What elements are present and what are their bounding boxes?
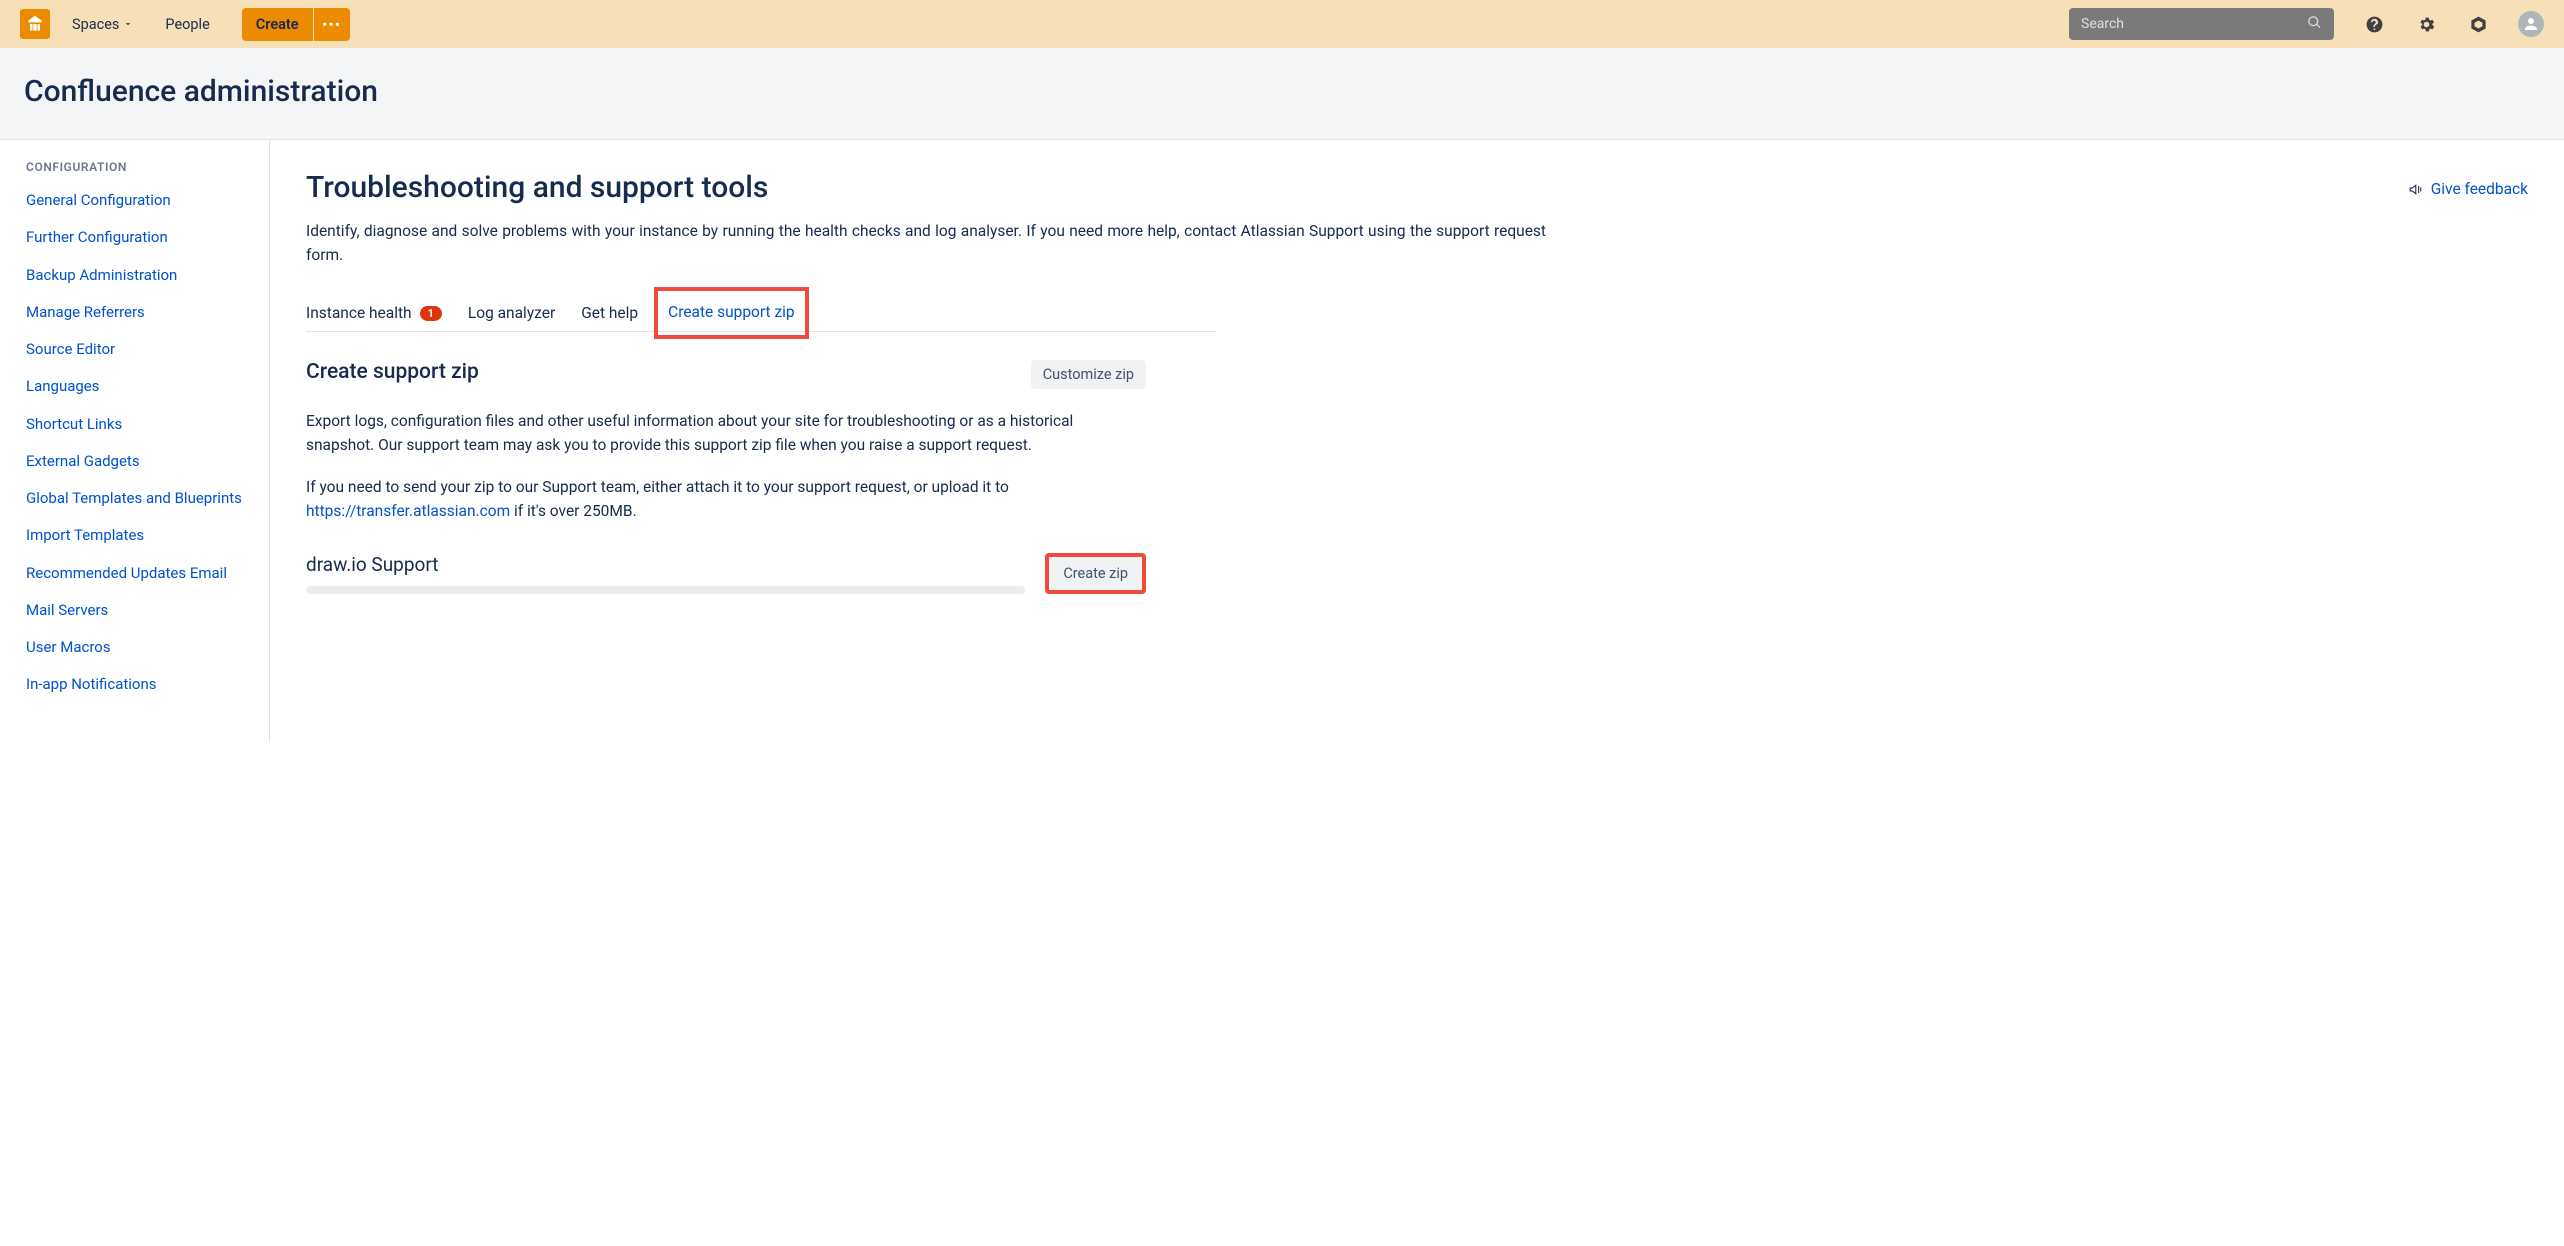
- page-header: Confluence administration: [0, 48, 2564, 140]
- sidebar-item-manage-referrers[interactable]: Manage Referrers: [26, 302, 249, 322]
- tab-badge: 1: [420, 306, 442, 321]
- sidebar-item-source-editor[interactable]: Source Editor: [26, 339, 249, 359]
- tab-create-support-zip-label: Create support zip: [668, 303, 794, 321]
- search-input[interactable]: [2081, 16, 2297, 32]
- sidebar-section-title: CONFIGURATION: [26, 160, 249, 174]
- sidebar-item-further-configuration[interactable]: Further Configuration: [26, 227, 249, 247]
- create-button[interactable]: Create: [242, 8, 313, 41]
- top-nav: Spaces People Create •••: [0, 0, 2564, 48]
- tabs: Instance health 1 Log analyzer Get help …: [306, 295, 1216, 332]
- sidebar-item-backup-administration[interactable]: Backup Administration: [26, 265, 249, 285]
- megaphone-icon: [2408, 181, 2425, 198]
- help-icon[interactable]: [2362, 12, 2386, 36]
- notifications-icon[interactable]: [2466, 12, 2490, 36]
- create-more-button[interactable]: •••: [314, 8, 350, 41]
- main-title: Troubleshooting and support tools: [306, 170, 1546, 205]
- sidebar-item-user-macros[interactable]: User Macros: [26, 637, 249, 657]
- app-support-row: draw.io Support Create zip: [306, 553, 1146, 594]
- tab-instance-health-label: Instance health: [306, 304, 412, 322]
- transfer-link[interactable]: https://transfer.atlassian.com: [306, 502, 510, 520]
- chevron-down-icon: [123, 19, 133, 29]
- tab-log-analyzer-label: Log analyzer: [468, 304, 555, 322]
- sidebar-item-general-configuration[interactable]: General Configuration: [26, 190, 249, 210]
- zip-p2-suffix: if it's over 250MB.: [510, 502, 637, 520]
- nav-spaces[interactable]: Spaces: [62, 8, 143, 40]
- sidebar-item-recommended-updates-email[interactable]: Recommended Updates Email: [26, 563, 249, 583]
- give-feedback-label: Give feedback: [2431, 180, 2528, 198]
- main-description: Identify, diagnose and solve problems wi…: [306, 219, 1546, 267]
- customize-zip-button[interactable]: Customize zip: [1031, 360, 1146, 389]
- gear-icon[interactable]: [2414, 12, 2438, 36]
- search-box[interactable]: [2069, 8, 2334, 40]
- avatar[interactable]: [2518, 11, 2544, 37]
- zip-paragraph-2: If you need to send your zip to our Supp…: [306, 475, 1126, 523]
- zip-paragraph-1: Export logs, configuration files and oth…: [306, 409, 1126, 457]
- tab-log-analyzer[interactable]: Log analyzer: [468, 295, 555, 331]
- sidebar-item-global-templates-and-blueprints[interactable]: Global Templates and Blueprints: [26, 488, 249, 508]
- tab-create-support-zip[interactable]: Create support zip: [654, 287, 808, 339]
- sidebar-item-external-gadgets[interactable]: External Gadgets: [26, 451, 249, 471]
- nav-spaces-label: Spaces: [72, 16, 119, 33]
- tab-get-help-label: Get help: [581, 304, 638, 322]
- tab-instance-health[interactable]: Instance health 1: [306, 295, 442, 331]
- search-icon: [2307, 15, 2322, 34]
- tab-get-help[interactable]: Get help: [581, 295, 638, 331]
- give-feedback-link[interactable]: Give feedback: [2408, 180, 2528, 198]
- create-button-label: Create: [256, 16, 299, 33]
- page-title: Confluence administration: [24, 74, 2540, 109]
- sidebar: CONFIGURATION General Configuration Furt…: [0, 140, 270, 742]
- sidebar-item-in-app-notifications[interactable]: In-app Notifications: [26, 674, 249, 694]
- sidebar-item-mail-servers[interactable]: Mail Servers: [26, 600, 249, 620]
- create-zip-button[interactable]: Create zip: [1045, 553, 1146, 594]
- main-content: Give feedback Troubleshooting and suppor…: [270, 140, 2564, 742]
- progress-bar: [306, 586, 1025, 594]
- sidebar-item-shortcut-links[interactable]: Shortcut Links: [26, 414, 249, 434]
- ellipsis-icon: •••: [322, 15, 341, 34]
- sidebar-item-languages[interactable]: Languages: [26, 376, 249, 396]
- app-logo[interactable]: [20, 9, 50, 39]
- sidebar-item-import-templates[interactable]: Import Templates: [26, 525, 249, 545]
- nav-people[interactable]: People: [155, 8, 219, 40]
- app-name: draw.io Support: [306, 553, 1025, 576]
- zip-p2-prefix: If you need to send your zip to our Supp…: [306, 478, 1009, 496]
- section-heading: Create support zip: [306, 360, 479, 384]
